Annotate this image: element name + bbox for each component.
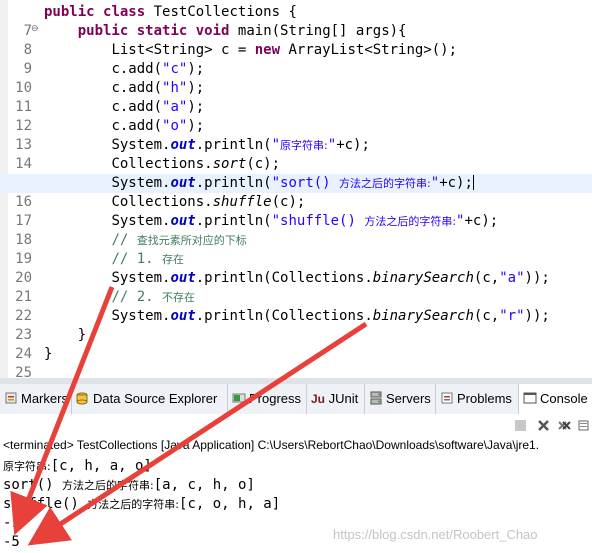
annotation-arrows — [10, 286, 368, 546]
annotation-arrow — [10, 286, 115, 536]
